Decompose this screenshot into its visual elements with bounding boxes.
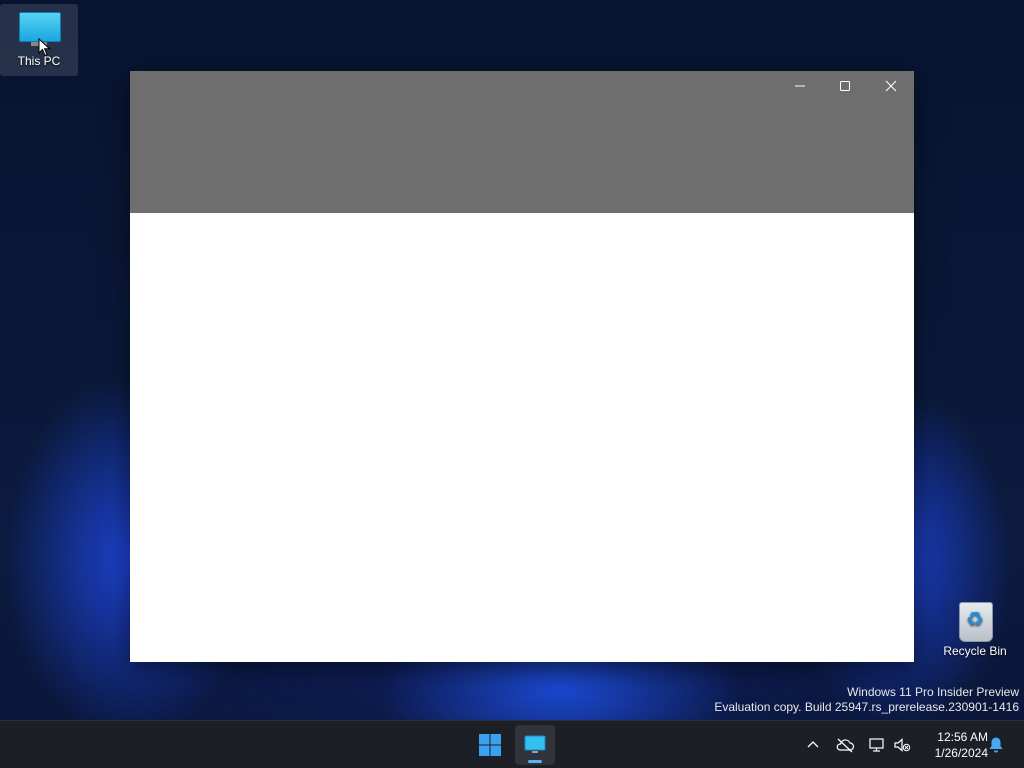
- recycle-bin-icon: ♻: [953, 598, 997, 642]
- bell-icon: [989, 737, 1003, 753]
- minimize-icon: [795, 85, 805, 87]
- monitor-icon: [524, 735, 546, 753]
- watermark-build: Evaluation copy. Build 25947.rs_prerelea…: [714, 700, 1019, 714]
- close-icon: [885, 80, 897, 92]
- close-button[interactable]: [868, 71, 914, 101]
- volume-muted-icon: [894, 738, 911, 752]
- app-window[interactable]: [130, 71, 914, 662]
- notifications-button[interactable]: [985, 734, 1007, 756]
- chevron-up-icon: [807, 741, 819, 748]
- clock-date: 1/26/2024: [934, 746, 988, 760]
- clock-time: 12:56 AM: [937, 730, 988, 744]
- watermark-edition: Windows 11 Pro Insider Preview: [847, 685, 1019, 699]
- active-app-indicator: [528, 760, 542, 763]
- taskbar: 12:56 AM 1/26/2024: [0, 720, 1024, 768]
- network-tray-button[interactable]: [866, 734, 888, 756]
- desktop-icon-recycle-bin[interactable]: ♻ Recycle Bin: [936, 594, 1014, 666]
- maximize-icon: [840, 81, 850, 91]
- desktop-icon-label: Recycle Bin: [943, 644, 1007, 658]
- maximize-button[interactable]: [822, 71, 868, 101]
- windows-logo-icon: [479, 734, 501, 756]
- minimize-button[interactable]: [777, 71, 823, 101]
- start-button[interactable]: [470, 725, 510, 765]
- show-hidden-icons-button[interactable]: [802, 734, 824, 756]
- taskbar-clock[interactable]: 12:56 AM 1/26/2024: [918, 729, 988, 761]
- evaluation-watermark: Windows 11 Pro Insider Preview Evaluatio…: [714, 685, 1019, 715]
- onedrive-tray-button[interactable]: [834, 734, 856, 756]
- window-titlebar[interactable]: [130, 71, 914, 213]
- mouse-cursor-icon: [38, 38, 51, 57]
- taskbar-app-button[interactable]: [515, 725, 555, 765]
- network-icon: [869, 738, 884, 752]
- volume-tray-button[interactable]: [891, 734, 913, 756]
- cloud-offline-icon: [836, 738, 855, 753]
